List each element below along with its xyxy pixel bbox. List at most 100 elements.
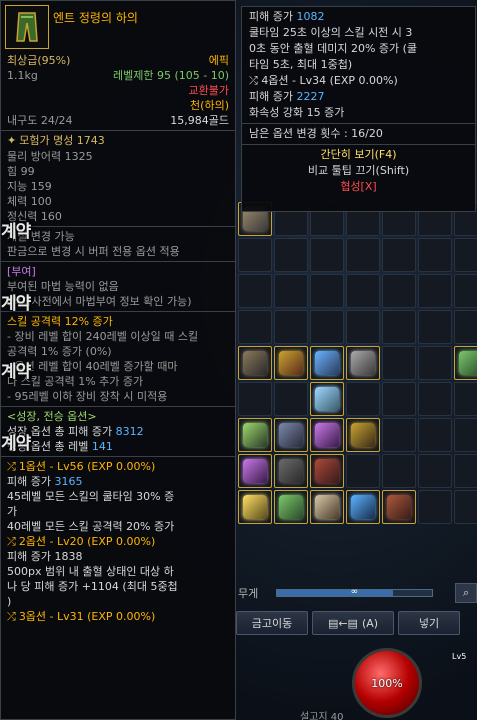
option1-line: 가	[7, 505, 18, 518]
inventory-slot[interactable]	[382, 454, 416, 488]
inventory-slot[interactable]	[382, 274, 416, 308]
inventory-slot[interactable]	[418, 382, 452, 416]
inventory-slot[interactable]	[454, 490, 477, 524]
inventory-slot[interactable]	[310, 490, 344, 524]
item-price: 15,984골드	[170, 114, 229, 127]
grade-row: 최상급(95%) 에픽	[1, 53, 235, 68]
stat-line: 물리 방어력 1325	[7, 150, 93, 163]
inventory-slot[interactable]	[238, 418, 272, 452]
fame-row: ✦ 모험가 명성 1743	[1, 133, 235, 149]
inventory-slot[interactable]	[418, 274, 452, 308]
t2-desc-line: 타임 5초, 최대 1중첩)	[249, 58, 353, 71]
inventory-slot[interactable]	[346, 310, 380, 344]
growth-header: <성장, 전승 옵션>	[7, 410, 97, 423]
item-type: 천(하의)	[190, 99, 229, 112]
inventory-slot[interactable]	[382, 238, 416, 272]
storage-move-button[interactable]: 금고이동	[236, 611, 308, 635]
inventory-slot[interactable]	[274, 454, 308, 488]
t2-damage-row: 피해 증가 1082	[242, 9, 475, 25]
inventory-slot[interactable]	[238, 238, 272, 272]
inventory-slot[interactable]	[346, 490, 380, 524]
inventory-slot[interactable]	[346, 274, 380, 308]
item-grade: 최상급(95%)	[7, 54, 71, 67]
option1-damage-label: 피해 증가	[7, 475, 51, 488]
option1-damage-value: 3165	[54, 475, 83, 488]
inventory-slot[interactable]	[274, 238, 308, 272]
inventory-slot[interactable]	[454, 310, 477, 344]
growth-total-damage: 성장 옵션 총 피해 증가 8312	[1, 424, 235, 439]
inventory-slot[interactable]	[310, 238, 344, 272]
t2-option4-damage-label: 피해 증가	[249, 90, 293, 103]
growth-total-damage-value: 8312	[115, 425, 144, 438]
t2-desc-line: 0초 동안 출혈 데미지 20% 증가 (쿨	[249, 42, 418, 55]
inventory-grid	[236, 200, 477, 570]
inventory-slot[interactable]	[310, 310, 344, 344]
option1-head: ⤮ 1옵션 - Lv56 (EXP 0.00%)	[1, 459, 235, 474]
inventory-slot[interactable]	[418, 238, 452, 272]
option2-label: 2옵션 - Lv20 (EXP 0.00%)	[18, 535, 156, 548]
inventory-slot[interactable]	[418, 310, 452, 344]
stat-line: 힘 99	[7, 165, 35, 178]
inventory-slot[interactable]	[418, 490, 452, 524]
inventory-slot[interactable]	[418, 418, 452, 452]
collab-button[interactable]: 협성[X]	[242, 179, 475, 195]
inventory-slot[interactable]	[454, 274, 477, 308]
t2-desc-line: 쿨타임 25초 이상의 스킬 시전 시 3	[249, 26, 413, 39]
hp-orb: 100%	[352, 648, 422, 718]
inventory-slot[interactable]	[238, 346, 272, 380]
transfer-button[interactable]: ▤←▤ (A)	[312, 611, 394, 635]
inventory-slot[interactable]	[238, 454, 272, 488]
option2-damage: 피해 증가 1838	[1, 549, 235, 564]
inventory-slot[interactable]	[382, 310, 416, 344]
inventory-slot[interactable]	[382, 418, 416, 452]
weight-bar: 무게 ∞ ⌕	[236, 583, 477, 603]
compare-off-button[interactable]: 비교 툴팁 끄기(Shift)	[242, 163, 475, 179]
inventory-slot[interactable]	[310, 454, 344, 488]
divider	[1, 406, 235, 407]
inventory-slot[interactable]	[274, 418, 308, 452]
inventory-slot[interactable]	[454, 238, 477, 272]
level-badge: Lv5	[452, 652, 467, 661]
divider	[242, 144, 475, 145]
inventory-slot[interactable]	[238, 490, 272, 524]
inventory-slot[interactable]	[454, 418, 477, 452]
inventory-slot[interactable]	[274, 382, 308, 416]
inventory-slot[interactable]	[346, 454, 380, 488]
t2-option4-head: ⤮ 4옵션 - Lv34 (EXP 0.00%)	[242, 73, 475, 89]
option1-line: 40레벨 모든 스킬 공격력 20% 증가	[7, 520, 175, 533]
inventory-slot[interactable]	[454, 382, 477, 416]
option3-label: 3옵션 - Lv31 (EXP 0.00%)	[18, 610, 156, 623]
contract-tag: 계약	[1, 434, 31, 454]
skill-line: 다 스킬 공격력 1% 추가 증가	[7, 375, 144, 388]
inventory-slot[interactable]	[310, 382, 344, 416]
inventory-slot[interactable]	[238, 382, 272, 416]
inventory-slot[interactable]	[238, 310, 272, 344]
t2-option4-label: 4옵션 - Lv34 (EXP 0.00%)	[261, 74, 398, 87]
inventory-slot[interactable]	[310, 274, 344, 308]
put-button[interactable]: 넣기	[398, 611, 460, 635]
inventory-slot[interactable]	[346, 238, 380, 272]
inventory-slot[interactable]	[418, 346, 452, 380]
inventory-slot[interactable]	[274, 310, 308, 344]
inventory-slot[interactable]	[454, 454, 477, 488]
inventory-slot[interactable]	[274, 274, 308, 308]
search-icon[interactable]: ⌕	[455, 583, 477, 603]
inventory-slot[interactable]	[418, 454, 452, 488]
inventory-slot[interactable]	[382, 346, 416, 380]
inventory-slot[interactable]	[238, 274, 272, 308]
inventory-slot[interactable]	[310, 418, 344, 452]
inventory-slot[interactable]	[454, 346, 477, 380]
simple-view-button[interactable]: 간단히 보기(F4)	[242, 147, 475, 163]
stat-line: 체력 100	[7, 195, 52, 208]
inventory-slot[interactable]	[274, 490, 308, 524]
inventory-slot[interactable]	[310, 346, 344, 380]
inventory-slot[interactable]	[346, 418, 380, 452]
stat-line: 정신력 160	[7, 210, 62, 223]
inventory-slot[interactable]	[346, 346, 380, 380]
inventory-slot[interactable]	[382, 490, 416, 524]
inventory-slot[interactable]	[346, 382, 380, 416]
item-icon	[5, 5, 49, 49]
inventory-slot[interactable]	[274, 346, 308, 380]
inventory-slot[interactable]	[382, 382, 416, 416]
divider	[1, 261, 235, 262]
